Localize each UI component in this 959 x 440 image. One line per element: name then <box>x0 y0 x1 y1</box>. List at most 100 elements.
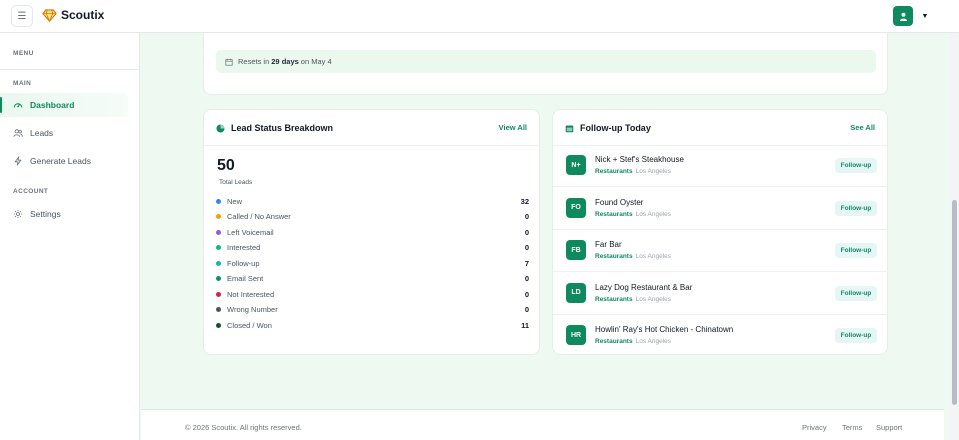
follow-up-item[interactable]: HR Howlin' Ray's Hot Chicken - Chinatown R… <box>553 315 889 357</box>
lead-location: Los Angeles <box>635 210 671 218</box>
status-row: Called / No Answer 0 <box>216 211 529 223</box>
status-count: 11 <box>521 320 529 330</box>
lead-initials-avatar: FB <box>566 240 586 260</box>
users-icon <box>13 129 23 137</box>
see-all-link[interactable]: See All <box>850 123 875 132</box>
status-dot <box>216 214 221 219</box>
lead-category: Restaurants <box>595 295 633 303</box>
sidebar-item-generate-leads[interactable]: Generate Leads <box>0 149 128 173</box>
status-label: Closed / Won <box>227 320 272 330</box>
status-row: Wrong Number 0 <box>216 304 529 316</box>
status-row: New 32 <box>216 195 529 207</box>
lead-location: Los Angeles <box>635 253 671 260</box>
status-label: Email Sent <box>227 274 264 283</box>
privacy-link[interactable]: Privacy <box>802 423 827 432</box>
sidebar-divider <box>0 69 140 70</box>
status-dot <box>216 245 221 250</box>
lead-initials-avatar: HR <box>566 325 586 345</box>
status-label: Interested <box>227 243 261 252</box>
follow-up-badge[interactable]: Follow-up <box>835 328 877 343</box>
view-all-link[interactable]: View All <box>499 123 527 132</box>
calendar-icon <box>225 58 233 66</box>
status-row: Closed / Won 11 <box>216 319 529 331</box>
support-link[interactable]: Support <box>876 423 902 432</box>
status-row: Follow-up 7 <box>216 257 529 269</box>
follow-up-item[interactable]: LD Lazy Dog Restaurant & Bar Restaurants Lo… <box>553 273 889 315</box>
sidebar-item-label: Settings <box>30 209 61 219</box>
lead-meta: Restaurants Los Angeles <box>595 296 671 303</box>
follow-up-badge[interactable]: Follow-up <box>835 243 877 258</box>
status-dot <box>216 260 221 266</box>
follow-up-title: Follow-up Today <box>565 123 651 133</box>
sidebar-item-dashboard[interactable]: Dashboard <box>0 93 128 117</box>
scrollbar-thumb[interactable] <box>952 200 957 405</box>
sidebar-section-main: MAIN <box>13 80 32 87</box>
reset-notice: Resets in 29 days on May 4 <box>216 50 876 73</box>
total-leads-label: Total Leads <box>219 179 253 186</box>
caret-down-icon: ▼ <box>921 12 929 20</box>
lead-category: Restaurants <box>595 168 633 175</box>
lead-status-title: Lead Status Breakdown <box>216 123 333 133</box>
diamond-logo-icon <box>42 9 57 23</box>
sidebar-section-account: ACCOUNT <box>13 188 49 195</box>
account-dropdown-button[interactable]: ▼ <box>918 8 932 24</box>
sidebar-menu-label: MENU <box>13 50 34 57</box>
lead-initials-avatar: FO <box>566 197 586 218</box>
lead-meta: Restaurants Los Angeles <box>595 338 671 345</box>
status-label: Called / No Answer <box>227 212 291 221</box>
follow-up-badge[interactable]: Follow-up <box>835 285 877 301</box>
status-dot <box>216 229 221 235</box>
status-count: 0 <box>524 227 529 237</box>
lead-name[interactable]: Found Oyster <box>595 198 643 207</box>
status-dot <box>216 307 221 312</box>
follow-up-badge[interactable]: Follow-up <box>835 200 877 216</box>
sidebar-item-leads[interactable]: Leads <box>0 121 128 145</box>
gauge-icon <box>13 103 23 108</box>
status-dot <box>216 322 221 328</box>
follow-up-item[interactable]: FB Far Bar Restaurants Los Angeles Follow-up <box>553 230 889 272</box>
gear-icon <box>13 209 23 219</box>
status-label: Follow-up <box>227 258 260 268</box>
status-dot <box>216 276 221 281</box>
reset-days: 29 days <box>271 57 299 66</box>
footer: © 2026 Scoutix. All rights reserved. Pri… <box>141 409 944 440</box>
status-label: Wrong Number <box>227 305 278 314</box>
status-count: 32 <box>520 196 529 206</box>
status-count: 7 <box>524 258 529 268</box>
lead-meta: Restaurants Los Angeles <box>595 253 671 260</box>
status-count: 0 <box>524 289 529 299</box>
top-bar: ☰ Scoutix ▼ <box>0 0 959 33</box>
status-count: 0 <box>524 243 529 252</box>
user-icon <box>899 12 907 21</box>
terms-link[interactable]: Terms <box>842 423 862 432</box>
sidebar-item-settings[interactable]: Settings <box>0 202 128 226</box>
reset-suffix: on May 4 <box>300 57 332 66</box>
menu-toggle-button[interactable]: ☰ <box>11 5 33 27</box>
sidebar-item-label: Leads <box>30 128 54 138</box>
sidebar-item-label: Generate Leads <box>30 156 91 166</box>
status-dot <box>216 198 221 204</box>
follow-up-card: Follow-up Today See All N+ Nick + Stef's … <box>552 109 889 357</box>
lead-location: Los Angeles <box>635 295 671 303</box>
status-row: Left Voicemail 0 <box>216 226 529 238</box>
status-label: New <box>227 196 243 206</box>
lead-name[interactable]: Howlin' Ray's Hot Chicken - Chinatown <box>595 325 733 334</box>
lead-category: Restaurants <box>595 338 633 345</box>
reset-prefix: Resets in <box>238 57 270 66</box>
lead-initials-avatar: N+ <box>566 155 586 175</box>
lead-name[interactable]: Far Bar <box>595 240 622 249</box>
copyright-text: © 2026 Scoutix. All rights reserved. <box>185 423 302 432</box>
lead-location: Los Angeles <box>635 338 671 345</box>
user-avatar-button[interactable] <box>893 6 913 26</box>
status-label: Not Interested <box>227 289 275 299</box>
lead-name[interactable]: Nick + Stef's Steakhouse <box>595 155 684 164</box>
follow-up-item[interactable]: N+ Nick + Stef's Steakhouse Restaurants Los… <box>553 145 889 187</box>
status-count: 0 <box>524 274 529 283</box>
status-row: Not Interested 0 <box>216 288 529 300</box>
status-row: Interested 0 <box>216 242 529 254</box>
status-count: 0 <box>524 212 529 221</box>
total-leads-value: 50 <box>217 157 235 174</box>
lead-name[interactable]: Lazy Dog Restaurant & Bar <box>595 283 692 292</box>
follow-up-badge[interactable]: Follow-up <box>835 158 877 173</box>
follow-up-item[interactable]: FO Found Oyster Restaurants Los Angeles Foll… <box>553 188 889 230</box>
